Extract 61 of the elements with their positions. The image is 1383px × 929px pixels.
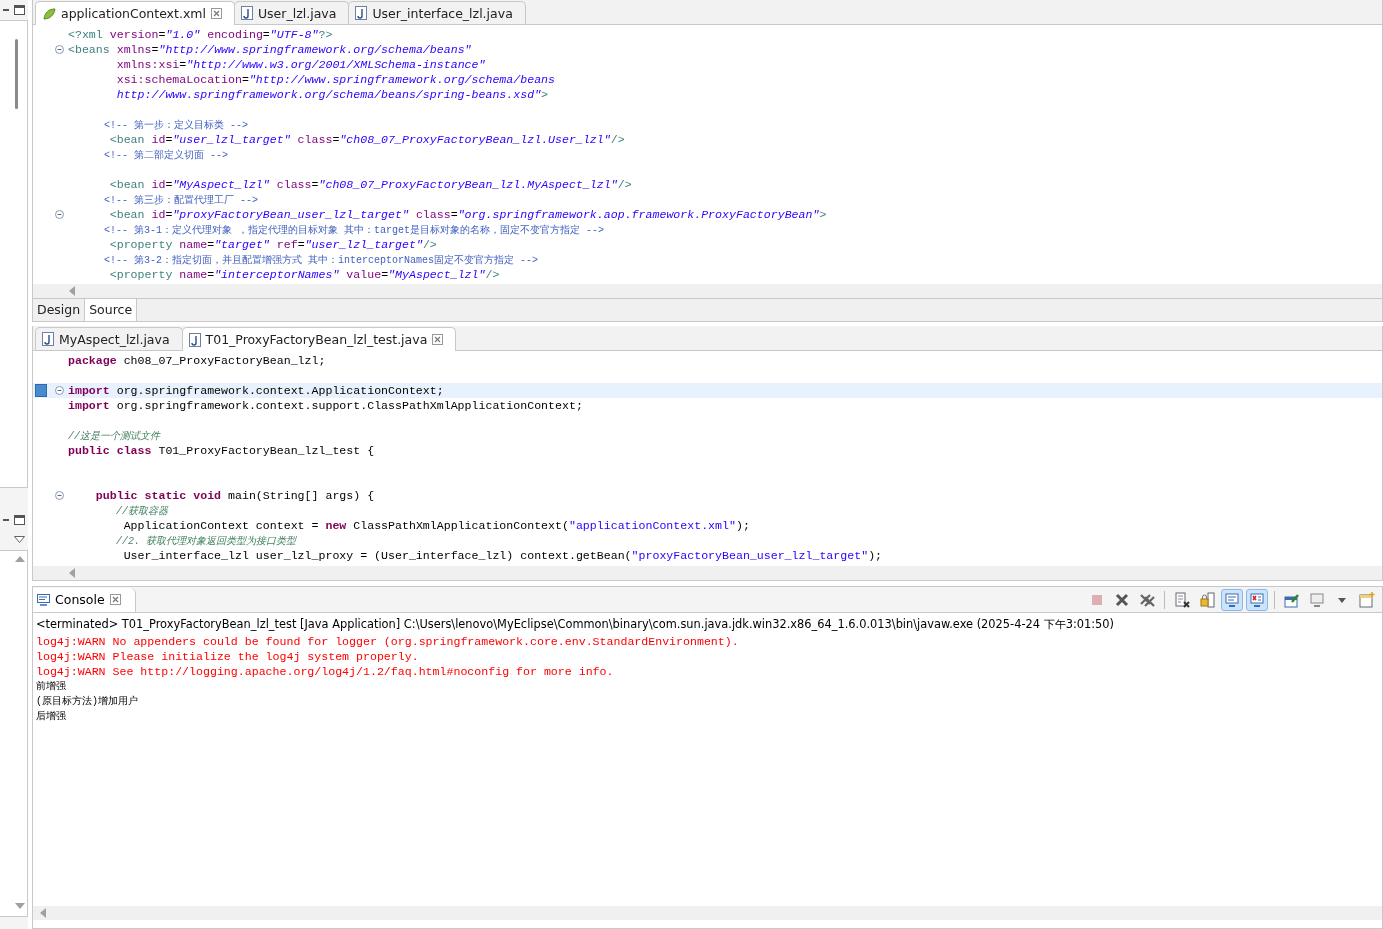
monitor-error-icon[interactable] — [1246, 588, 1268, 611]
dropdown-icon[interactable] — [14, 536, 25, 544]
console-output-line: log4j:WARN No appenders could be found for logger (org.springframework.core.env.StandardEnvironment). — [36, 634, 739, 649]
code-line: package ch08_07_ProxyFactoryBean_lzl; — [68, 353, 326, 368]
close-icon[interactable] — [432, 334, 444, 345]
console-title: Console — [55, 592, 105, 607]
editor-tab[interactable]: User_interface_lzl.java — [348, 1, 526, 24]
code-line: <property name="target" ref="user_lzl_target"/> — [108, 237, 437, 252]
console-icon — [37, 593, 50, 606]
code-line: <?xml version="1.0" encoding="UTF-8"?> — [68, 27, 333, 42]
close-icon[interactable] — [109, 594, 121, 605]
collapse-icon[interactable] — [55, 45, 64, 54]
code-line: <beans xmlns="http://www.springframework.org/schema/beans" — [68, 42, 472, 57]
console-output-line: log4j:WARN Please initialize the log4j system properly. — [36, 649, 419, 664]
editor-mode-tab[interactable]: Source — [85, 299, 138, 321]
console-output-line: (原目标方法)增加用户 — [36, 694, 138, 709]
leaf-icon — [42, 6, 56, 21]
code-line: <!-- 第3-2：指定切面，并且配置增强方式 其中：interceptorNames固定不变官方指定 --> — [103, 253, 539, 268]
console-output-line: log4j:WARN See http://logging.apache.org/log4j/1.2/faq.html#noconfig for more info. — [36, 664, 614, 679]
java-file-icon — [240, 6, 253, 20]
code-line: public class T01_ProxyFactoryBean_lzl_test { — [68, 443, 375, 458]
code-line: xmlns:xsi="http://www.w3.org/2001/XMLSchema-instance" — [115, 57, 486, 72]
code-line: <!-- 第二部定义切面 --> — [103, 148, 228, 163]
collapse-icon[interactable] — [55, 491, 64, 500]
console-output-line: 前增强 — [36, 680, 66, 694]
console-output-line: 后增强 — [36, 710, 66, 724]
collapse-icon[interactable] — [55, 210, 64, 219]
java-file-icon — [355, 6, 368, 20]
monitor-icon[interactable] — [1221, 588, 1243, 611]
code-line: <!-- 第三步：配置代理工厂 --> — [103, 193, 258, 208]
code-line: ApplicationContext context = new ClassPathXmlApplicationContext("applicationContext.xml"); — [122, 518, 750, 533]
code-line: <bean id="proxyFactoryBean_user_lzl_target" class="org.springframework.aop.framework.ProxyFactoryBean"> — [108, 207, 827, 222]
java-file-icon — [188, 332, 201, 347]
collapse-icon[interactable] — [55, 386, 64, 395]
scrollbar-thumb[interactable] — [15, 39, 18, 109]
scroll-down-icon[interactable] — [15, 902, 25, 910]
maximize-icon[interactable] — [14, 5, 25, 15]
code-line: <bean id="user_lzl_target" class="ch08_07_ProxyFactoryBean_lzl.User_lzl"/> — [108, 132, 625, 147]
editor-tab[interactable]: applicationContext.xml — [35, 1, 235, 25]
code-line: import org.springframework.context.ApplicationContext; — [68, 383, 444, 398]
code-line: <!-- 第一步：定义目标类 --> — [103, 118, 248, 133]
editor-tab[interactable]: User_lzl.java — [233, 1, 350, 24]
code-line: //获取容器 — [115, 504, 168, 519]
code-line: http://www.springframework.org/schema/beans/spring-beans.xsd"> — [115, 87, 549, 102]
scroll-up-icon[interactable] — [15, 555, 25, 563]
code-line: public static void main(String[] args) { — [94, 488, 375, 503]
code-line: User_interface_lzl user_lzl_proxy = (User_interface_lzl) context.getBean("proxyFactoryBean_user_lzl_target"); — [122, 548, 883, 563]
code-line: //这是一个测试文件 — [68, 429, 160, 444]
code-line: <property name="interceptorNames" value="MyAspect_lzl"/> — [108, 267, 500, 282]
console-tab[interactable]: Console — [33, 587, 136, 612]
java-file-icon — [42, 332, 54, 346]
code-line: <bean id="MyAspect_lzl" class="ch08_07_ProxyFactoryBean_lzl.MyAspect_lzl"/> — [108, 177, 632, 192]
code-line: <!-- 第3-1：定义代理对象 ，指定代理的目标对象 其中：target是目标对象的名称，固定不变官方指定 --> — [103, 223, 605, 238]
editor-tab[interactable]: T01_ProxyFactoryBean_lzl_test.java — [181, 327, 457, 351]
process-status: <terminated> T01_ProxyFactoryBean_lzl_test [Java Application] C:\Users\lenovo\MyEclipse\Common\binary\com.sun.java.jdk.win32.x86_64_1.6.0.013\bin\javaw.exe (2025-4-24 下午3:01:50) — [35, 616, 1116, 633]
editor-tab[interactable]: MyAspect_lzl.java — [35, 327, 183, 350]
code-line: import org.springframework.context.support.ClassPathXmlApplicationContext; — [68, 398, 583, 413]
close-icon[interactable] — [210, 8, 222, 19]
code-line: xsi:schemaLocation="http://www.springframework.org/schema/beans — [115, 72, 556, 87]
maximize-icon[interactable] — [14, 515, 25, 525]
code-line: //2. 获取代理对象返回类型为接口类型 — [115, 534, 296, 549]
